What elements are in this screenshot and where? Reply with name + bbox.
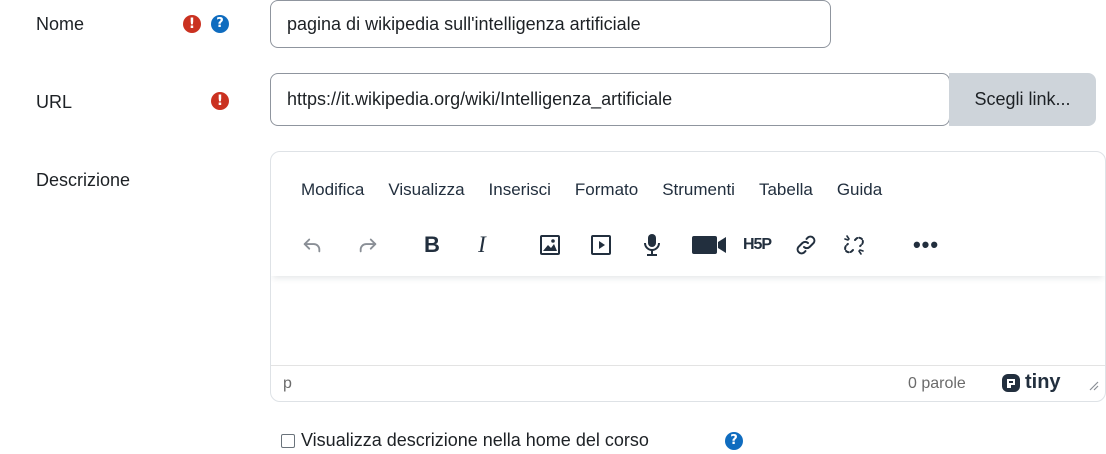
menu-formato[interactable]: Formato: [575, 180, 638, 200]
menu-tabella[interactable]: Tabella: [759, 180, 813, 200]
editor-toolbar: B I H5P •••: [271, 220, 1105, 276]
help-icon[interactable]: ?: [725, 432, 743, 450]
h5p-icon[interactable]: H5P: [737, 230, 777, 260]
show-description-label[interactable]: Visualizza descrizione nella home del co…: [301, 430, 649, 451]
show-description-checkbox[interactable]: [281, 434, 295, 448]
italic-icon[interactable]: I: [467, 230, 497, 260]
record-video-icon[interactable]: [689, 230, 729, 260]
choose-link-button[interactable]: Scegli link...: [949, 73, 1096, 126]
required-icon: !: [183, 15, 201, 33]
menu-inserisci[interactable]: Inserisci: [489, 180, 551, 200]
menu-modifica[interactable]: Modifica: [301, 180, 364, 200]
unlink-icon[interactable]: [839, 230, 869, 260]
image-icon[interactable]: [535, 230, 565, 260]
element-path[interactable]: p: [283, 375, 292, 393]
menu-visualizza[interactable]: Visualizza: [388, 180, 464, 200]
link-icon[interactable]: [791, 230, 821, 260]
description-label: Descrizione: [36, 170, 131, 190]
rich-text-editor: Modifica Visualizza Inserisci Formato St…: [270, 151, 1106, 402]
url-label: URL: [36, 92, 73, 112]
editor-menubar: Modifica Visualizza Inserisci Formato St…: [301, 180, 906, 200]
tiny-logo[interactable]: tiny: [1001, 371, 1061, 394]
url-input[interactable]: https://it.wikipedia.org/wiki/Intelligen…: [270, 73, 950, 126]
more-icon[interactable]: •••: [911, 230, 941, 260]
redo-icon[interactable]: [353, 230, 383, 260]
required-icon: !: [211, 92, 229, 110]
name-label: Nome: [36, 14, 85, 34]
menu-strumenti[interactable]: Strumenti: [662, 180, 735, 200]
undo-icon[interactable]: [297, 230, 327, 260]
editor-statusbar: p 0 parole tiny: [271, 365, 1105, 401]
record-audio-icon[interactable]: [637, 230, 667, 260]
help-icon[interactable]: ?: [211, 15, 229, 33]
resize-handle[interactable]: [1087, 378, 1099, 396]
tiny-brand-text: tiny: [1025, 371, 1061, 393]
word-count[interactable]: 0 parole: [908, 375, 966, 393]
bold-icon[interactable]: B: [417, 230, 447, 260]
media-icon[interactable]: [586, 230, 616, 260]
name-input[interactable]: pagina di wikipedia sull'intelligenza ar…: [270, 0, 831, 48]
menu-guida[interactable]: Guida: [837, 180, 882, 200]
tiny-logo-icon: [1002, 373, 1020, 392]
